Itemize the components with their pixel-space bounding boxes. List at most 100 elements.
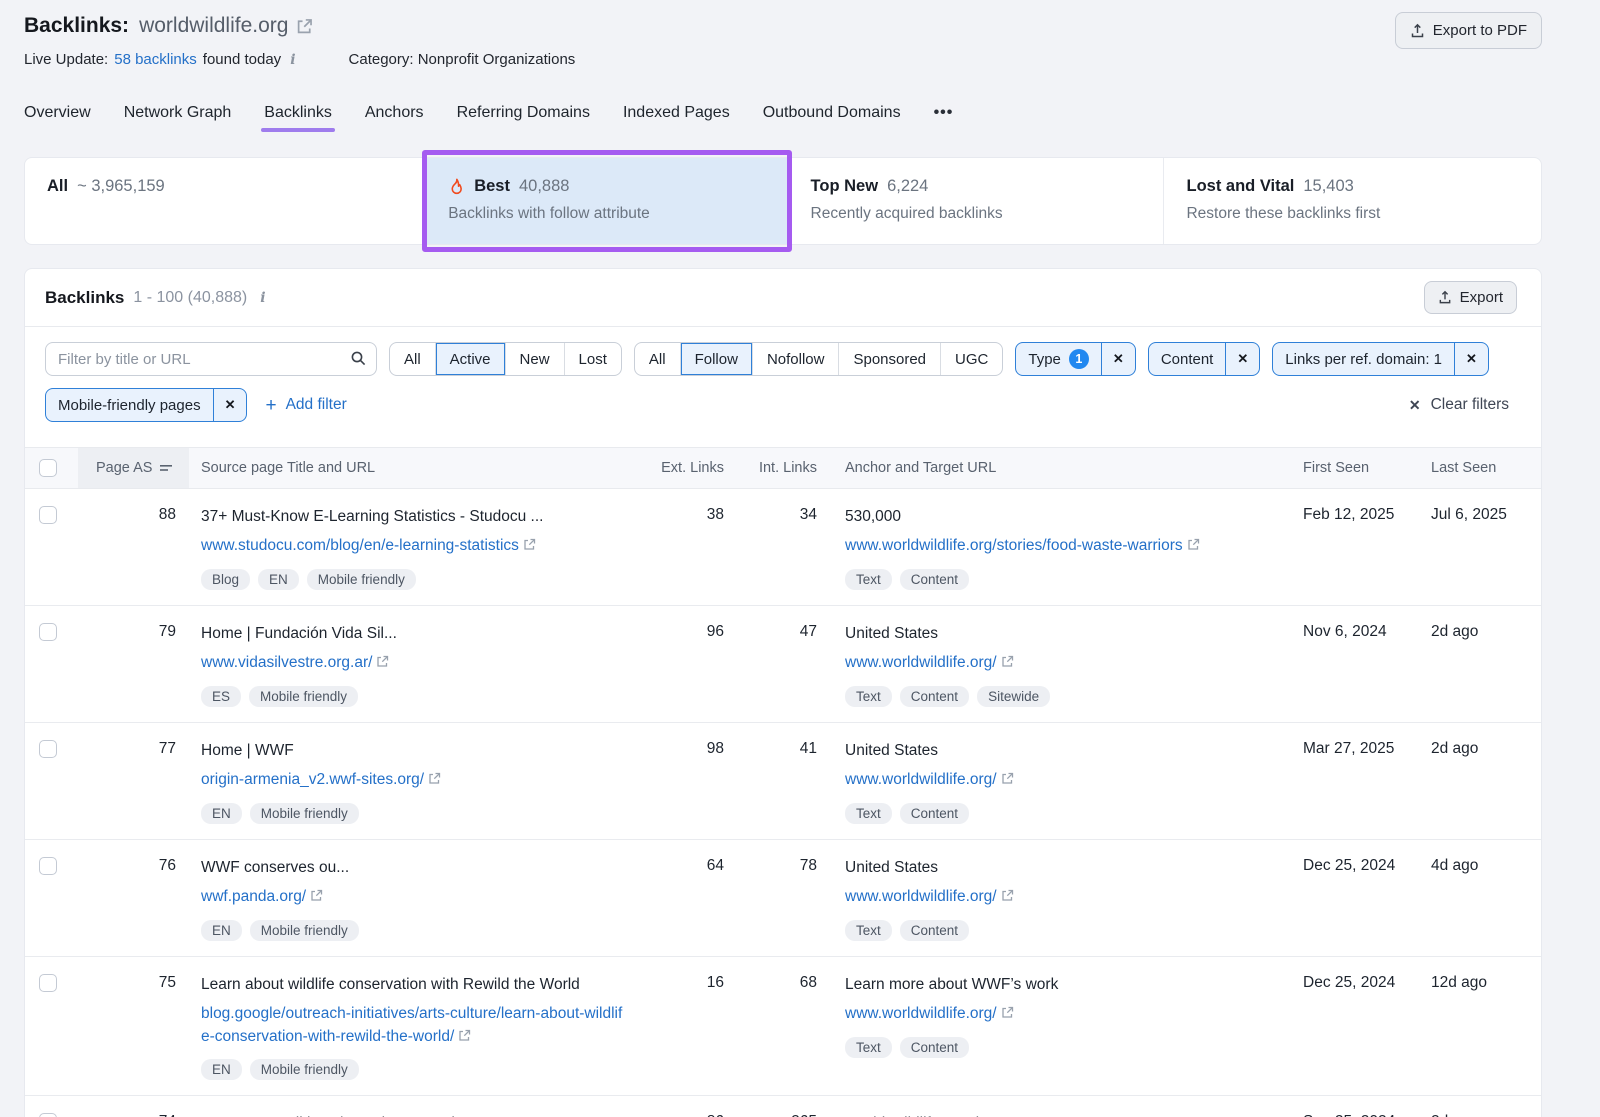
- target-url-link[interactable]: www.worldwildlife.org/stories/food-waste…: [845, 537, 1183, 554]
- export-icon: [1410, 23, 1425, 39]
- tab-backlinks[interactable]: Backlinks: [264, 104, 332, 136]
- tag-pill: Mobile friendly: [307, 569, 416, 590]
- tag-pill: EN: [258, 569, 299, 590]
- select-all-checkbox[interactable]: [39, 459, 57, 477]
- tag-pill: EN: [201, 803, 242, 824]
- filter-chip-links-per-ref-domain-1[interactable]: Links per ref. domain: 1✕: [1272, 342, 1489, 376]
- card-title: All: [47, 177, 68, 196]
- clear-filters-button[interactable]: ✕ Clear filters: [1409, 396, 1517, 414]
- anchor-text: United States: [845, 857, 1251, 879]
- page-as-score: 79: [78, 606, 189, 722]
- segment-nofollow[interactable]: Nofollow: [753, 343, 840, 375]
- info-icon[interactable]: i: [256, 290, 269, 306]
- external-link-icon[interactable]: [296, 18, 313, 35]
- search-icon[interactable]: [350, 350, 367, 367]
- remove-filter-icon[interactable]: ✕: [1454, 343, 1488, 375]
- live-update-link[interactable]: 58 backlinks: [114, 51, 197, 68]
- summary-card-top-new[interactable]: Top New6,224Recently acquired backlinks: [788, 158, 1164, 244]
- tag-pill: ES: [201, 686, 241, 707]
- summary-card-lost-and-vital[interactable]: Lost and Vital15,403Restore these backli…: [1163, 158, 1540, 244]
- target-url-link[interactable]: www.worldwildlife.org/: [845, 888, 997, 905]
- remove-filter-icon[interactable]: ✕: [1101, 343, 1135, 375]
- column-header-ext-links[interactable]: Ext. Links: [651, 448, 736, 488]
- int-links-value: 265: [736, 1096, 829, 1117]
- filter-chip-type[interactable]: Type1✕: [1015, 342, 1135, 376]
- tab-anchors[interactable]: Anchors: [365, 104, 424, 136]
- source-url-link[interactable]: origin-armenia_v2.wwf-sites.org/: [201, 771, 424, 788]
- search-input[interactable]: [45, 342, 377, 376]
- segment-lost[interactable]: Lost: [565, 343, 621, 375]
- column-header-first-seen[interactable]: First Seen: [1279, 448, 1407, 488]
- last-seen-value: Jul 6, 2025: [1407, 489, 1541, 605]
- tab-overview[interactable]: Overview: [24, 104, 91, 136]
- remove-filter-icon[interactable]: ✕: [1225, 343, 1259, 375]
- segment-follow[interactable]: Follow: [681, 343, 753, 375]
- segment-all[interactable]: All: [390, 343, 436, 375]
- segment-sponsored[interactable]: Sponsored: [839, 343, 941, 375]
- source-page-title: Learn about wildlife conservation with R…: [201, 974, 623, 996]
- column-header-anchor: Anchor and Target URL: [829, 448, 1279, 488]
- export-button[interactable]: Export: [1424, 281, 1517, 314]
- table-row: 74Terms & Conditions | Loyalty Rewards P…: [25, 1096, 1541, 1117]
- row-checkbox[interactable]: [39, 857, 57, 875]
- page-as-score: 74: [78, 1096, 189, 1117]
- export-to-pdf-button[interactable]: Export to PDF: [1395, 12, 1542, 49]
- panel-head: Backlinks 1 - 100 (40,888) i Export: [25, 269, 1541, 326]
- row-checkbox[interactable]: [39, 623, 57, 641]
- anchor-text: United States: [845, 740, 1251, 762]
- tag-pill: Content: [900, 569, 969, 590]
- external-link-icon: [1001, 772, 1014, 785]
- summary-card-best[interactable]: Best40,888Backlinks with follow attribut…: [425, 158, 787, 244]
- card-title: Top New: [811, 177, 879, 196]
- target-url-link[interactable]: www.worldwildlife.org/: [845, 771, 997, 788]
- tab-referring-domains[interactable]: Referring Domains: [457, 104, 590, 136]
- tag-pill: EN: [201, 1059, 242, 1080]
- row-checkbox[interactable]: [39, 506, 57, 524]
- topbar: Backlinks: worldwildlife.org Export to P…: [24, 14, 1542, 68]
- active-filter-chips-row1: Type1✕Content✕Links per ref. domain: 1✕: [1015, 342, 1489, 376]
- source-url-link[interactable]: wwf.panda.org/: [201, 888, 306, 905]
- table-row: 75Learn about wildlife conservation with…: [25, 957, 1541, 1096]
- add-filter-button[interactable]: + Add filter: [265, 396, 346, 415]
- source-url-link[interactable]: www.studocu.com/blog/en/e-learning-stati…: [201, 537, 519, 554]
- export-to-pdf-label: Export to PDF: [1433, 22, 1527, 39]
- info-icon[interactable]: i: [286, 52, 299, 68]
- tab-more[interactable]: •••: [934, 104, 954, 136]
- column-header-page-as[interactable]: Page AS: [78, 448, 189, 488]
- source-url-link[interactable]: blog.google/outreach-initiatives/arts-cu…: [201, 1005, 622, 1044]
- card-value: 6,224: [887, 177, 928, 196]
- segment-all[interactable]: All: [635, 343, 681, 375]
- table-body: 8837+ Must-Know E-Learning Statistics - …: [25, 489, 1541, 1117]
- segment-ugc[interactable]: UGC: [941, 343, 1002, 375]
- follow-segment-group: AllFollowNofollowSponsoredUGC: [634, 342, 1003, 376]
- source-url-link[interactable]: www.vidasilvestre.org.ar/: [201, 654, 372, 671]
- first-seen-value: Nov 6, 2024: [1279, 606, 1407, 722]
- target-url-link[interactable]: www.worldwildlife.org/: [845, 654, 997, 671]
- filters: AllActiveNewLost AllFollowNofollowSponso…: [25, 327, 1541, 422]
- chip-label: Type1: [1016, 343, 1101, 375]
- status-segment-group: AllActiveNewLost: [389, 342, 622, 376]
- segment-new[interactable]: New: [506, 343, 565, 375]
- int-links-value: 68: [736, 957, 829, 1095]
- tab-indexed-pages[interactable]: Indexed Pages: [623, 104, 730, 136]
- tab-outbound-domains[interactable]: Outbound Domains: [763, 104, 901, 136]
- filter-chip-content[interactable]: Content✕: [1148, 342, 1260, 376]
- summary-card-all[interactable]: All~ 3,965,159: [25, 158, 425, 244]
- first-seen-value: Feb 12, 2025: [1279, 489, 1407, 605]
- row-checkbox[interactable]: [39, 740, 57, 758]
- filter-chip-mobile-friendly-pages[interactable]: Mobile-friendly pages✕: [45, 388, 247, 422]
- source-page-title: WWF conserves ou...: [201, 857, 623, 879]
- tab-network-graph[interactable]: Network Graph: [124, 104, 232, 136]
- remove-filter-icon[interactable]: ✕: [213, 389, 247, 421]
- page-as-score: 88: [78, 489, 189, 605]
- column-header-last-seen[interactable]: Last Seen: [1407, 448, 1541, 488]
- anchor-text: World Wildlife Fund: [845, 1113, 1251, 1117]
- target-url-link[interactable]: www.worldwildlife.org/: [845, 1005, 997, 1022]
- column-header-int-links[interactable]: Int. Links: [736, 448, 829, 488]
- row-checkbox[interactable]: [39, 1113, 57, 1117]
- segment-active[interactable]: Active: [436, 343, 506, 375]
- clear-filters-label: Clear filters: [1431, 396, 1509, 414]
- row-checkbox[interactable]: [39, 974, 57, 992]
- filter-row-2: Mobile-friendly pages✕ + Add filter ✕ Cl…: [45, 388, 1517, 422]
- card-subtitle: Backlinks with follow attribute: [448, 205, 787, 223]
